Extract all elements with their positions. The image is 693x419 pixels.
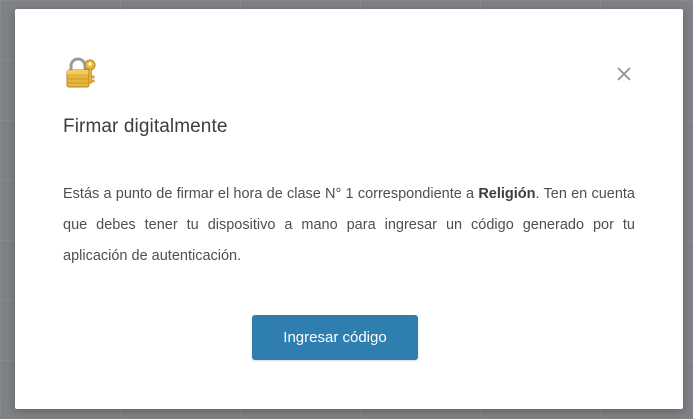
sign-dialog: Firmar digitalmente Estás a punto de fir… <box>15 9 683 409</box>
lock-with-key-icon <box>64 56 98 90</box>
message-text-start: Estás a punto de firmar el hora de clase… <box>63 186 479 202</box>
close-button[interactable] <box>613 63 635 85</box>
dialog-title: Firmar digitalmente <box>63 116 228 137</box>
close-icon <box>617 67 631 81</box>
dialog-message: Estás a punto de firmar el hora de clase… <box>63 179 635 272</box>
enter-code-button[interactable]: Ingresar código <box>252 315 418 360</box>
subject-name: Religión <box>478 186 536 202</box>
